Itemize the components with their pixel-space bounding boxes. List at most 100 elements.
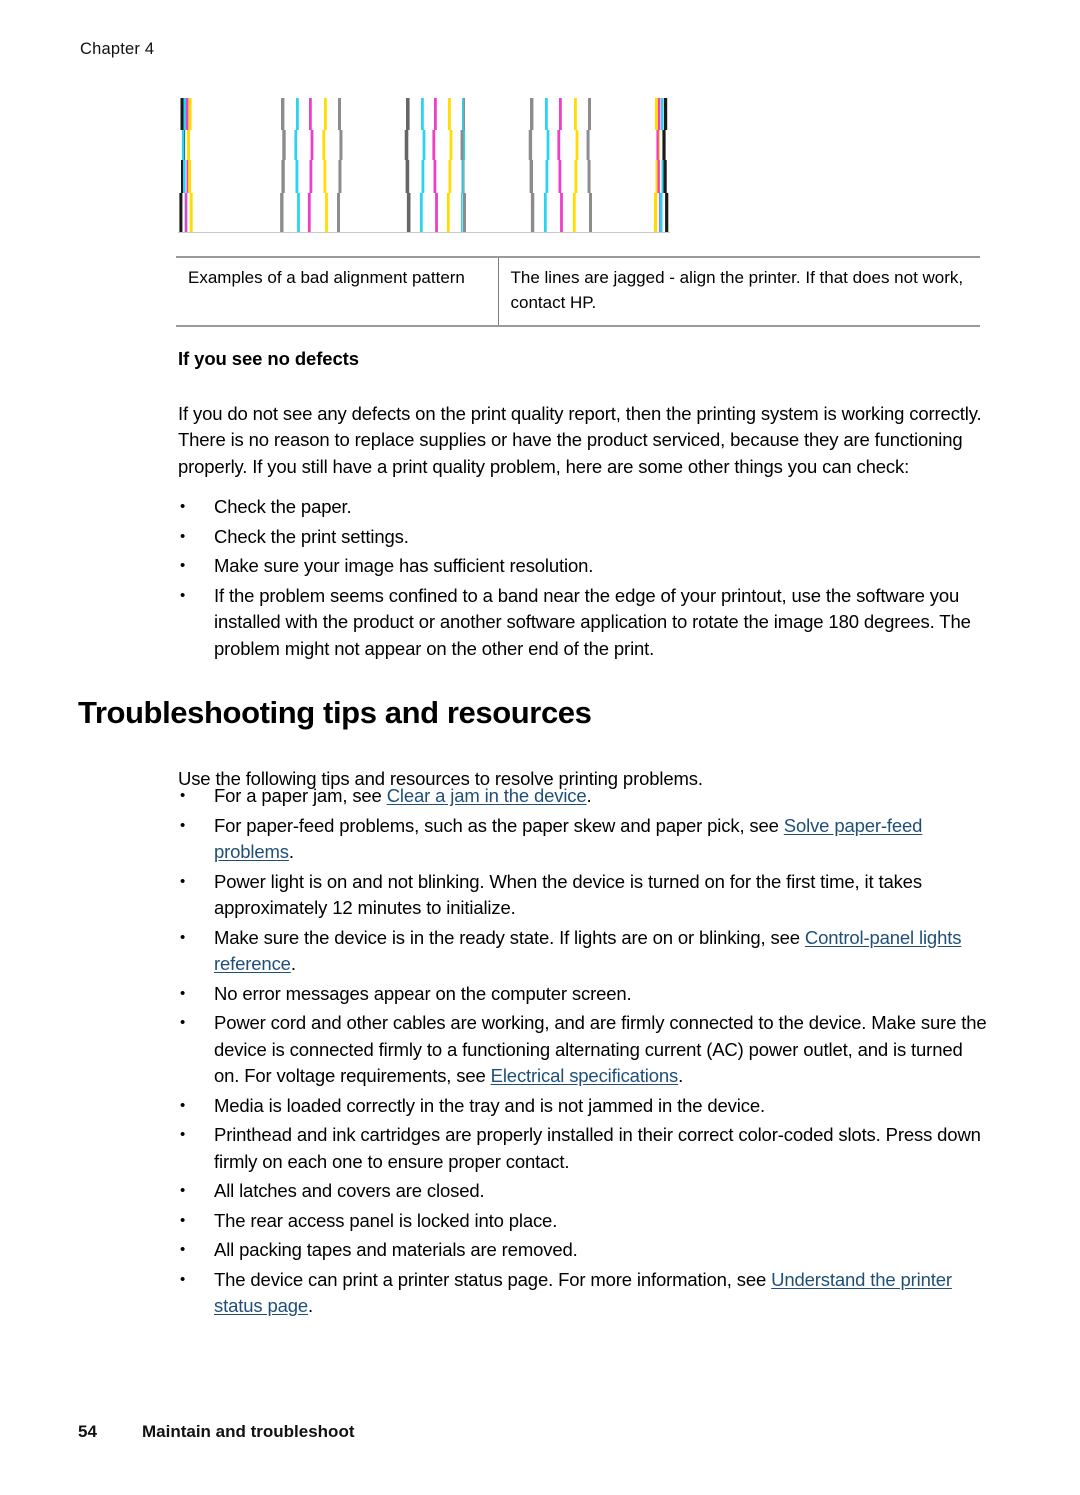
pattern-line-segment — [545, 98, 548, 130]
pattern-line-group — [179, 98, 669, 232]
pattern-line-segment — [307, 193, 311, 232]
pattern-line-segment — [186, 98, 189, 130]
pattern-line-segment — [297, 193, 300, 232]
pattern-line-segment — [557, 130, 561, 160]
pattern-line-segment — [183, 160, 186, 193]
pattern-line-segment — [338, 98, 341, 130]
page-title: Troubleshooting tips and resources — [78, 695, 592, 730]
footer-section-title: Maintain and troubleshoot — [142, 1422, 355, 1441]
pattern-line-segment — [432, 130, 436, 160]
pattern-line-segment — [324, 98, 327, 130]
footer-page-number: 54 — [78, 1422, 97, 1441]
pattern-line-segment — [181, 130, 185, 160]
pattern-line-segment — [656, 130, 659, 160]
pattern-line-segment — [560, 193, 563, 232]
list-item: No error messages appear on the computer… — [178, 980, 988, 1008]
pattern-line-segment — [461, 193, 463, 232]
pattern-line-segment — [322, 130, 326, 160]
pattern-line-segment — [187, 130, 190, 160]
pattern-line-segment — [189, 193, 193, 232]
pattern-line-segment — [337, 193, 341, 232]
pattern-line-segment — [661, 98, 664, 130]
pattern-line-segment — [339, 130, 343, 160]
no-defects-paragraph: If you do not see any defects on the pri… — [178, 402, 982, 477]
pattern-line-segment — [449, 130, 453, 160]
list-item: For paper-feed problems, such as the pap… — [178, 812, 988, 866]
pattern-line-segment — [587, 160, 591, 193]
pattern-line-segment — [422, 130, 426, 160]
list-item: Check the paper. — [178, 493, 988, 521]
cross-reference-link[interactable]: Understand the printer status page — [214, 1269, 952, 1317]
pattern-line-segment — [282, 130, 286, 160]
pattern-line-segment — [295, 160, 299, 193]
pattern-line-segment — [572, 193, 576, 232]
list-item: Media is loaded correctly in the tray an… — [178, 1092, 988, 1120]
pattern-line-segment — [653, 193, 658, 232]
pattern-line-segment — [586, 130, 590, 160]
pattern-line-segment — [281, 160, 285, 193]
pattern-line-segment — [406, 193, 411, 232]
pattern-line-segment — [325, 193, 328, 232]
pattern-line-segment — [574, 160, 578, 193]
cross-reference-link[interactable]: Solve paper-feed problems — [214, 815, 922, 863]
no-defects-bullet-list: Check the paper.Check the print settings… — [178, 493, 988, 665]
list-item: The device can print a printer status pa… — [178, 1266, 988, 1320]
pattern-line-segment — [421, 98, 424, 130]
pattern-line-segment — [188, 98, 192, 130]
pattern-line-segment — [546, 130, 550, 160]
pattern-line-segment — [323, 160, 327, 193]
pattern-line-segment — [558, 160, 562, 193]
pattern-line-segment — [588, 98, 591, 130]
list-item: All packing tapes and materials are remo… — [178, 1236, 988, 1264]
list-item: Power light is on and not blinking. When… — [178, 868, 988, 922]
pattern-line-segment — [446, 193, 450, 232]
pattern-line-segment — [659, 193, 663, 232]
pattern-line-segment — [448, 98, 451, 130]
pattern-line-segment — [404, 130, 409, 160]
pattern-line-segment — [574, 98, 577, 130]
pattern-line-segment — [281, 98, 285, 130]
pattern-line-segment — [183, 98, 187, 130]
no-defects-heading: If you see no defects — [178, 348, 359, 369]
pattern-line-segment — [309, 98, 312, 130]
pattern-line-segment — [180, 98, 184, 130]
cross-reference-link[interactable]: Clear a jam in the device — [387, 785, 587, 806]
list-item: Make sure your image has sufficient reso… — [178, 552, 988, 580]
pattern-line-segment — [463, 130, 466, 160]
pattern-line-segment — [188, 160, 192, 193]
pattern-line-segment — [184, 193, 188, 232]
list-item: For a paper jam, see Clear a jam in the … — [178, 782, 988, 810]
troubleshooting-bullet-list: For a paper jam, see Clear a jam in the … — [178, 782, 988, 1323]
cross-reference-link[interactable]: Electrical specifications — [491, 1065, 679, 1086]
pattern-line-segment — [530, 193, 535, 232]
pattern-line-segment — [294, 130, 298, 160]
page-footer: 54 Maintain and troubleshoot — [78, 1422, 355, 1442]
caption-right-cell: The lines are jagged - align the printer… — [498, 255, 980, 328]
list-item: Power cord and other cables are working,… — [178, 1009, 988, 1090]
pattern-line-segment — [296, 98, 299, 130]
pattern-line-segment — [665, 193, 669, 232]
pattern-line-segment — [462, 98, 464, 130]
pattern-line-segment — [419, 193, 423, 232]
pattern-line-segment — [664, 98, 668, 130]
pattern-line-segment — [338, 160, 342, 193]
pattern-line-segment — [543, 193, 547, 232]
pattern-line-segment — [435, 193, 438, 232]
cross-reference-link[interactable]: Control-panel lights reference — [214, 927, 961, 975]
pattern-line-segment — [559, 98, 562, 130]
pattern-line-segment — [448, 160, 452, 193]
list-item: Check the print settings. — [178, 523, 988, 551]
list-item: The rear access panel is locked into pla… — [178, 1207, 988, 1235]
pattern-line-segment — [421, 160, 425, 193]
pattern-line-segment — [405, 160, 410, 193]
pattern-line-segment — [462, 193, 466, 232]
pattern-line-segment — [179, 193, 183, 232]
pattern-line-segment — [528, 130, 533, 160]
pattern-line-segment — [575, 130, 579, 160]
pattern-line-segment — [530, 98, 534, 130]
pattern-line-segment — [434, 98, 437, 130]
document-page: Chapter 4 Examples of a bad alignment pa… — [0, 0, 1080, 1495]
pattern-line-segment — [433, 160, 437, 193]
pattern-line-segment — [309, 160, 313, 193]
alignment-pattern-svg — [178, 98, 670, 233]
